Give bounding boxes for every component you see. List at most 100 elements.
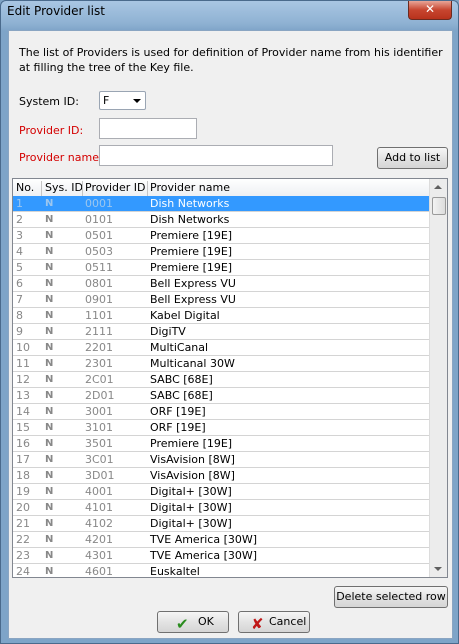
- title-bar[interactable]: Edit Provider list ✕: [1, 1, 458, 23]
- table-row[interactable]: 9 N 2111 DigiTV: [13, 324, 431, 340]
- row-provider-name: TVE America [30W]: [150, 549, 258, 562]
- row-number: 1: [16, 197, 23, 210]
- row-provider-name: DigiTV: [150, 325, 186, 338]
- system-id-value: F: [103, 94, 110, 107]
- row-sys-id: N: [45, 406, 54, 417]
- row-provider-name: Premiere [19E]: [150, 437, 233, 450]
- row-provider-id: 2C01: [85, 373, 114, 386]
- row-provider-id: 0101: [85, 213, 113, 226]
- row-provider-name: Premiere [19E]: [150, 245, 233, 258]
- row-number: 19: [16, 485, 30, 498]
- table-row[interactable]: 16 N 3501 Premiere [19E]: [13, 436, 431, 452]
- table-row[interactable]: 2 N 0101 Dish Networks: [13, 212, 431, 228]
- system-id-label: System ID:: [19, 95, 79, 108]
- row-sys-id: N: [45, 550, 54, 561]
- row-number: 11: [16, 357, 30, 370]
- chevron-down-icon: [133, 99, 141, 103]
- table-row[interactable]: 13 N 2D01 SABC [68E]: [13, 388, 431, 404]
- table-row[interactable]: 5 N 0511 Premiere [19E]: [13, 260, 431, 276]
- row-sys-id: N: [45, 294, 54, 305]
- row-sys-id: N: [45, 518, 54, 529]
- table-row[interactable]: 12 N 2C01 SABC [68E]: [13, 372, 431, 388]
- row-sys-id: N: [45, 438, 54, 449]
- column-separator[interactable]: [41, 181, 42, 196]
- row-sys-id: N: [45, 486, 54, 497]
- table-row[interactable]: 11 N 2301 Multicanal 30W: [13, 356, 431, 372]
- row-number: 7: [16, 293, 23, 306]
- table-row[interactable]: 10 N 2201 MultiCanal: [13, 340, 431, 356]
- scroll-up-arrow-icon[interactable]: [434, 185, 442, 189]
- header-provider-id[interactable]: Provider ID: [85, 181, 146, 196]
- row-provider-id: 0501: [85, 229, 113, 242]
- row-provider-id: 4001: [85, 485, 113, 498]
- row-number: 18: [16, 469, 30, 482]
- row-sys-id: N: [45, 502, 54, 513]
- ok-button[interactable]: ✔ OK: [157, 611, 229, 633]
- row-sys-id: N: [45, 198, 54, 209]
- row-provider-id: 3001: [85, 405, 113, 418]
- row-number: 4: [16, 245, 23, 258]
- table-row[interactable]: 18 N 3D01 VisAvision [8W]: [13, 468, 431, 484]
- column-separator[interactable]: [147, 181, 148, 196]
- row-provider-id: 3D01: [85, 469, 115, 482]
- table-row[interactable]: 17 N 3C01 VisAvision [8W]: [13, 452, 431, 468]
- row-sys-id: N: [45, 214, 54, 225]
- table-rows: 1 N 0001 Dish Networks 2 N 0101 Dish Networks 3 N…: [13, 196, 431, 578]
- row-provider-id: 2201: [85, 341, 113, 354]
- close-button[interactable]: ✕: [408, 1, 452, 20]
- row-provider-id: 0801: [85, 277, 113, 290]
- row-number: 23: [16, 549, 30, 562]
- row-provider-id: 0901: [85, 293, 113, 306]
- vertical-scrollbar[interactable]: [429, 179, 447, 577]
- table-row[interactable]: 7 N 0901 Bell Express VU: [13, 292, 431, 308]
- cancel-button[interactable]: ✘ Cancel: [238, 611, 310, 633]
- row-provider-id: 2D01: [85, 389, 115, 402]
- scroll-down-arrow-icon[interactable]: [434, 567, 442, 571]
- scroll-thumb[interactable]: [432, 197, 446, 215]
- provider-id-label: Provider ID:: [19, 124, 84, 137]
- row-provider-id: 0511: [85, 261, 113, 274]
- row-sys-id: N: [45, 390, 54, 401]
- delete-selected-row-button[interactable]: Delete selected row: [334, 586, 448, 608]
- system-id-select[interactable]: F: [99, 91, 146, 110]
- table-row[interactable]: 4 N 0503 Premiere [19E]: [13, 244, 431, 260]
- table-row[interactable]: 21 N 4102 Digital+ [30W]: [13, 516, 431, 532]
- table-row[interactable]: 8 N 1101 Kabel Digital: [13, 308, 431, 324]
- table-row[interactable]: 6 N 0801 Bell Express VU: [13, 276, 431, 292]
- row-number: 24: [16, 565, 30, 578]
- header-provider-name[interactable]: Provider name: [150, 181, 230, 196]
- row-provider-name: VisAvision [8W]: [150, 469, 235, 482]
- row-provider-id: 4301: [85, 549, 113, 562]
- table-row[interactable]: 22 N 4201 TVE America [30W]: [13, 532, 431, 548]
- row-sys-id: N: [45, 326, 54, 337]
- header-sys-id[interactable]: Sys. ID: [45, 181, 83, 196]
- provider-id-input[interactable]: [99, 118, 197, 139]
- table-row[interactable]: 15 N 3101 ORF [19E]: [13, 420, 431, 436]
- row-number: 21: [16, 517, 30, 530]
- provider-name-input[interactable]: [99, 145, 333, 166]
- add-to-list-button[interactable]: Add to list: [377, 147, 448, 169]
- row-sys-id: N: [45, 374, 54, 385]
- header-no[interactable]: No.: [16, 181, 34, 196]
- table-row[interactable]: 19 N 4001 Digital+ [30W]: [13, 484, 431, 500]
- row-provider-id: 3C01: [85, 453, 114, 466]
- table-row[interactable]: 23 N 4301 TVE America [30W]: [13, 548, 431, 564]
- table-row[interactable]: 24 N 4601 Euskaltel: [13, 564, 431, 578]
- row-provider-name: Digital+ [30W]: [150, 501, 232, 514]
- table-row[interactable]: 14 N 3001 ORF [19E]: [13, 404, 431, 420]
- row-sys-id: N: [45, 534, 54, 545]
- row-provider-id: 1101: [85, 309, 113, 322]
- row-provider-id: 3101: [85, 421, 113, 434]
- row-sys-id: N: [45, 310, 54, 321]
- row-provider-id: 4101: [85, 501, 113, 514]
- column-separator[interactable]: [82, 181, 83, 196]
- table-row[interactable]: 3 N 0501 Premiere [19E]: [13, 228, 431, 244]
- row-sys-id: N: [45, 454, 54, 465]
- row-provider-name: ORF [19E]: [150, 421, 206, 434]
- table-row[interactable]: 20 N 4101 Digital+ [30W]: [13, 500, 431, 516]
- table-row[interactable]: 1 N 0001 Dish Networks: [13, 196, 431, 212]
- row-provider-name: Bell Express VU: [150, 293, 236, 306]
- ok-label: OK: [198, 615, 214, 628]
- provider-table[interactable]: No. Sys. ID Provider ID Provider name 1 N…: [12, 178, 448, 578]
- row-provider-name: Dish Networks: [150, 213, 230, 226]
